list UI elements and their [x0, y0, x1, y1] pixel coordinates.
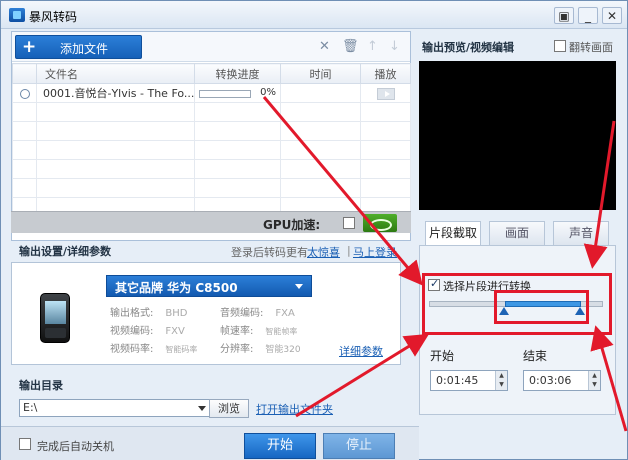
bottom-bar: 完成后自动关机 开始 停止 [1, 426, 419, 460]
detail-params-link[interactable]: 详细参数 [339, 343, 383, 359]
param-frame-rate: 帧速率: 智能帧率 [220, 326, 298, 337]
output-dir-value: E:\ [23, 401, 38, 414]
flip-label: 翻转画面 [569, 41, 613, 54]
edit-tabs: 片段截取 画面 声音 [419, 221, 616, 246]
file-toolbar: + 添加文件 ✕ 🗑 ↑ ↓ [12, 32, 410, 62]
column-header[interactable]: 文件名 [36, 63, 195, 84]
divider: | [347, 244, 351, 257]
remove-icon[interactable]: ✕ [319, 40, 330, 53]
start-time-input[interactable]: 0:01:45 ▲ ▼ [430, 370, 508, 391]
table-row [12, 140, 411, 160]
video-preview [419, 61, 616, 210]
end-time-value: 0:03:06 [529, 374, 572, 387]
column-header[interactable]: 时间 [280, 63, 361, 84]
file-name-cell[interactable]: 0001.音悦台-Ylvis - The Fo... [36, 83, 195, 103]
output-dir-heading: 输出目录 [19, 379, 63, 392]
browse-button[interactable]: 浏览 [209, 399, 249, 418]
tab-segment[interactable]: 片段截取 [425, 221, 481, 246]
open-folder-link[interactable]: 打开输出文件夹 [256, 401, 333, 417]
param-output-format: 输出格式: BHD [110, 308, 188, 319]
nvidia-logo-icon [363, 214, 397, 232]
login-now-link[interactable]: 马上登录 [353, 244, 397, 260]
clock-icon [19, 88, 30, 99]
status-cell [12, 83, 37, 103]
tab-picture[interactable]: 画面 [489, 221, 545, 245]
start-button[interactable]: 开始 [244, 433, 316, 459]
table-header-row: 文件名 转换进度 时间 播放 [12, 63, 411, 84]
close-button[interactable]: ✕ [602, 7, 622, 24]
table-row [12, 178, 411, 198]
minimize-button[interactable]: _ [578, 7, 598, 24]
gpu-label: GPU加速: [263, 218, 321, 232]
progress-bar [199, 89, 251, 98]
phone-device-icon [40, 293, 70, 343]
device-select[interactable]: 其它品牌 华为 C8500 [106, 275, 312, 297]
column-header [12, 63, 37, 84]
output-settings-heading: 输出设置/详细参数 [19, 245, 112, 258]
gpu-bar: GPU加速: [11, 211, 411, 233]
param-resolution: 分辨率: 智能320 [220, 344, 301, 355]
table-row [12, 102, 411, 122]
end-time-label: 结束 [523, 349, 548, 363]
annotation-box-inner [494, 290, 589, 324]
add-file-button[interactable]: + 添加文件 [15, 35, 142, 59]
progress-text: 0% [260, 86, 276, 98]
chevron-down-icon[interactable] [198, 406, 206, 411]
app-title: 暴风转码 [29, 10, 78, 24]
column-header[interactable]: 播放 [360, 63, 411, 84]
file-list-panel: + 添加文件 ✕ 🗑 ↑ ↓ 文件名 转换进度 时间 播放 0001.音悦台-Y… [11, 31, 411, 241]
stop-button[interactable]: 停止 [323, 433, 395, 459]
output-dir-field[interactable]: E:\ [19, 399, 211, 417]
preview-heading: 输出预览/视频编辑 [422, 41, 515, 54]
login-text: 登录后转码更有 [231, 246, 308, 259]
spin-arrows-icon[interactable]: ▲ ▼ [495, 371, 507, 390]
plus-icon: + [22, 37, 37, 57]
play-icon[interactable] [376, 87, 395, 100]
start-time-label: 开始 [430, 349, 455, 363]
title-bar: 暴风转码 ▣ _ ✕ [1, 1, 627, 29]
file-table: 文件名 转换进度 时间 播放 0001.音悦台-Ylvis - The Fo..… [12, 63, 411, 217]
table-row [12, 121, 411, 141]
chevron-down-icon [295, 284, 303, 289]
end-time-input[interactable]: 0:03:06 ▲ ▼ [523, 370, 601, 391]
output-dir-row: E:\ 浏览 打开输出文件夹 [11, 396, 411, 420]
progress-cell: 0% [194, 83, 281, 103]
move-down-icon[interactable]: ↓ [389, 40, 400, 53]
output-settings-box: 其它品牌 华为 C8500 输出格式: BHD 音频编码: FXA 视频编码: FXV… [11, 262, 401, 365]
app-window: 暴风转码 ▣ _ ✕ + 添加文件 ✕ 🗑 ↑ ↓ 文件名 转换进度 时间 播放… [0, 0, 628, 460]
column-header[interactable]: 转换进度 [194, 63, 281, 84]
spin-arrows-icon[interactable]: ▲ ▼ [588, 371, 600, 390]
add-file-label: 添加文件 [60, 42, 109, 56]
time-cell [280, 83, 361, 103]
surprise-link[interactable]: 太惊喜 [307, 244, 340, 260]
auto-shutdown-checkbox[interactable] [19, 438, 31, 450]
device-select-value: 其它品牌 华为 C8500 [115, 281, 238, 295]
play-cell[interactable] [360, 83, 411, 103]
move-up-icon[interactable]: ↑ [367, 40, 378, 53]
menu-button[interactable]: ▣ [554, 7, 574, 24]
param-video-bitrate: 视频码率: 智能码率 [110, 344, 198, 355]
trash-icon[interactable]: 🗑 [342, 40, 359, 53]
app-logo-icon [9, 8, 25, 22]
param-video-codec: 视频编码: FXV [110, 326, 185, 337]
param-audio-codec: 音频编码: FXA [220, 308, 295, 319]
flip-checkbox[interactable] [554, 40, 566, 52]
start-time-value: 0:01:45 [436, 374, 479, 387]
table-row [12, 159, 411, 179]
gpu-checkbox[interactable] [343, 217, 355, 229]
table-row[interactable]: 0001.音悦台-Ylvis - The Fo... 0% [12, 83, 411, 103]
auto-shutdown-label: 完成后自动关机 [37, 440, 114, 453]
tab-sound[interactable]: 声音 [553, 221, 609, 245]
